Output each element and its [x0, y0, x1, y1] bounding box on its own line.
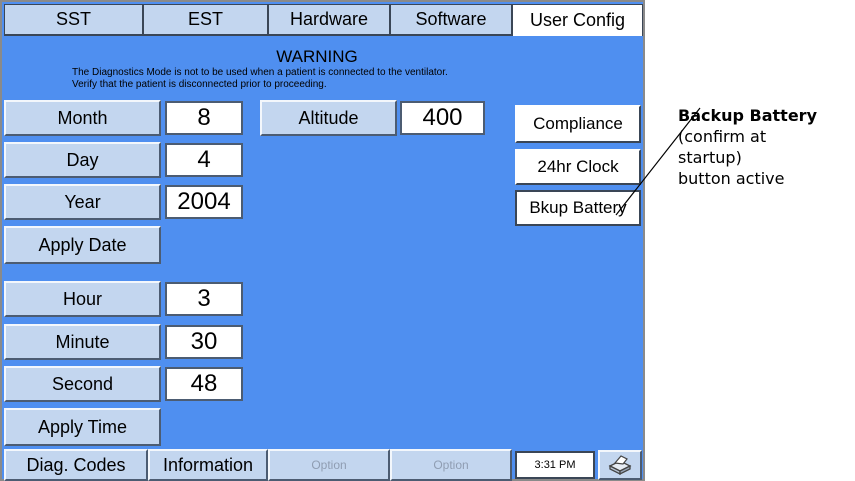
- callout-line-2: startup): [678, 148, 742, 167]
- minute-value[interactable]: 30: [165, 325, 243, 359]
- minute-button[interactable]: Minute: [4, 324, 161, 360]
- tab-est[interactable]: EST: [143, 4, 268, 36]
- clock-display: 3:31 PM: [515, 451, 595, 479]
- warning-line-1: The Diagnostics Mode is not to be used w…: [72, 67, 448, 78]
- second-value[interactable]: 48: [165, 367, 243, 401]
- callout-title: Backup Battery: [678, 106, 817, 125]
- warning-message: The Diagnostics Mode is not to be used w…: [72, 67, 612, 91]
- day-button[interactable]: Day: [4, 142, 161, 178]
- tab-sst[interactable]: SST: [4, 4, 143, 36]
- apply-time-button[interactable]: Apply Time: [4, 408, 161, 446]
- printer-button[interactable]: [598, 450, 642, 480]
- year-button[interactable]: Year: [4, 184, 161, 220]
- hour-value[interactable]: 3: [165, 282, 243, 316]
- day-value[interactable]: 4: [165, 143, 243, 177]
- warning-line-2: Verify that the patient is disconnected …: [72, 79, 327, 90]
- altitude-value[interactable]: 400: [400, 101, 485, 135]
- compliance-button[interactable]: Compliance: [515, 105, 641, 143]
- apply-date-button[interactable]: Apply Date: [4, 226, 161, 264]
- callout-annotation: Backup Battery (confirm at startup) butt…: [678, 105, 853, 189]
- year-value[interactable]: 2004: [165, 185, 243, 219]
- option-button-2[interactable]: Option: [390, 449, 512, 481]
- warning-title: WARNING: [276, 47, 358, 66]
- month-button[interactable]: Month: [4, 100, 161, 136]
- month-value[interactable]: 8: [165, 101, 243, 135]
- printer-icon: [608, 455, 632, 476]
- information-button[interactable]: Information: [148, 449, 268, 481]
- option-button-1[interactable]: Option: [268, 449, 390, 481]
- altitude-button[interactable]: Altitude: [260, 100, 397, 136]
- hour-button[interactable]: Hour: [4, 281, 161, 317]
- tab-user-config[interactable]: User Config: [512, 4, 643, 36]
- ventilator-screen: SST EST Hardware Software User Config WA…: [0, 0, 645, 481]
- second-button[interactable]: Second: [4, 366, 161, 402]
- diag-codes-button[interactable]: Diag. Codes: [4, 449, 148, 481]
- tab-software[interactable]: Software: [390, 4, 512, 36]
- callout-line-1: (confirm at: [678, 127, 767, 146]
- tab-hardware[interactable]: Hardware: [268, 4, 390, 36]
- bkup-battery-button[interactable]: Bkup Battery: [515, 190, 641, 226]
- 24hr-clock-button[interactable]: 24hr Clock: [515, 149, 641, 185]
- callout-line-3: button active: [678, 169, 785, 188]
